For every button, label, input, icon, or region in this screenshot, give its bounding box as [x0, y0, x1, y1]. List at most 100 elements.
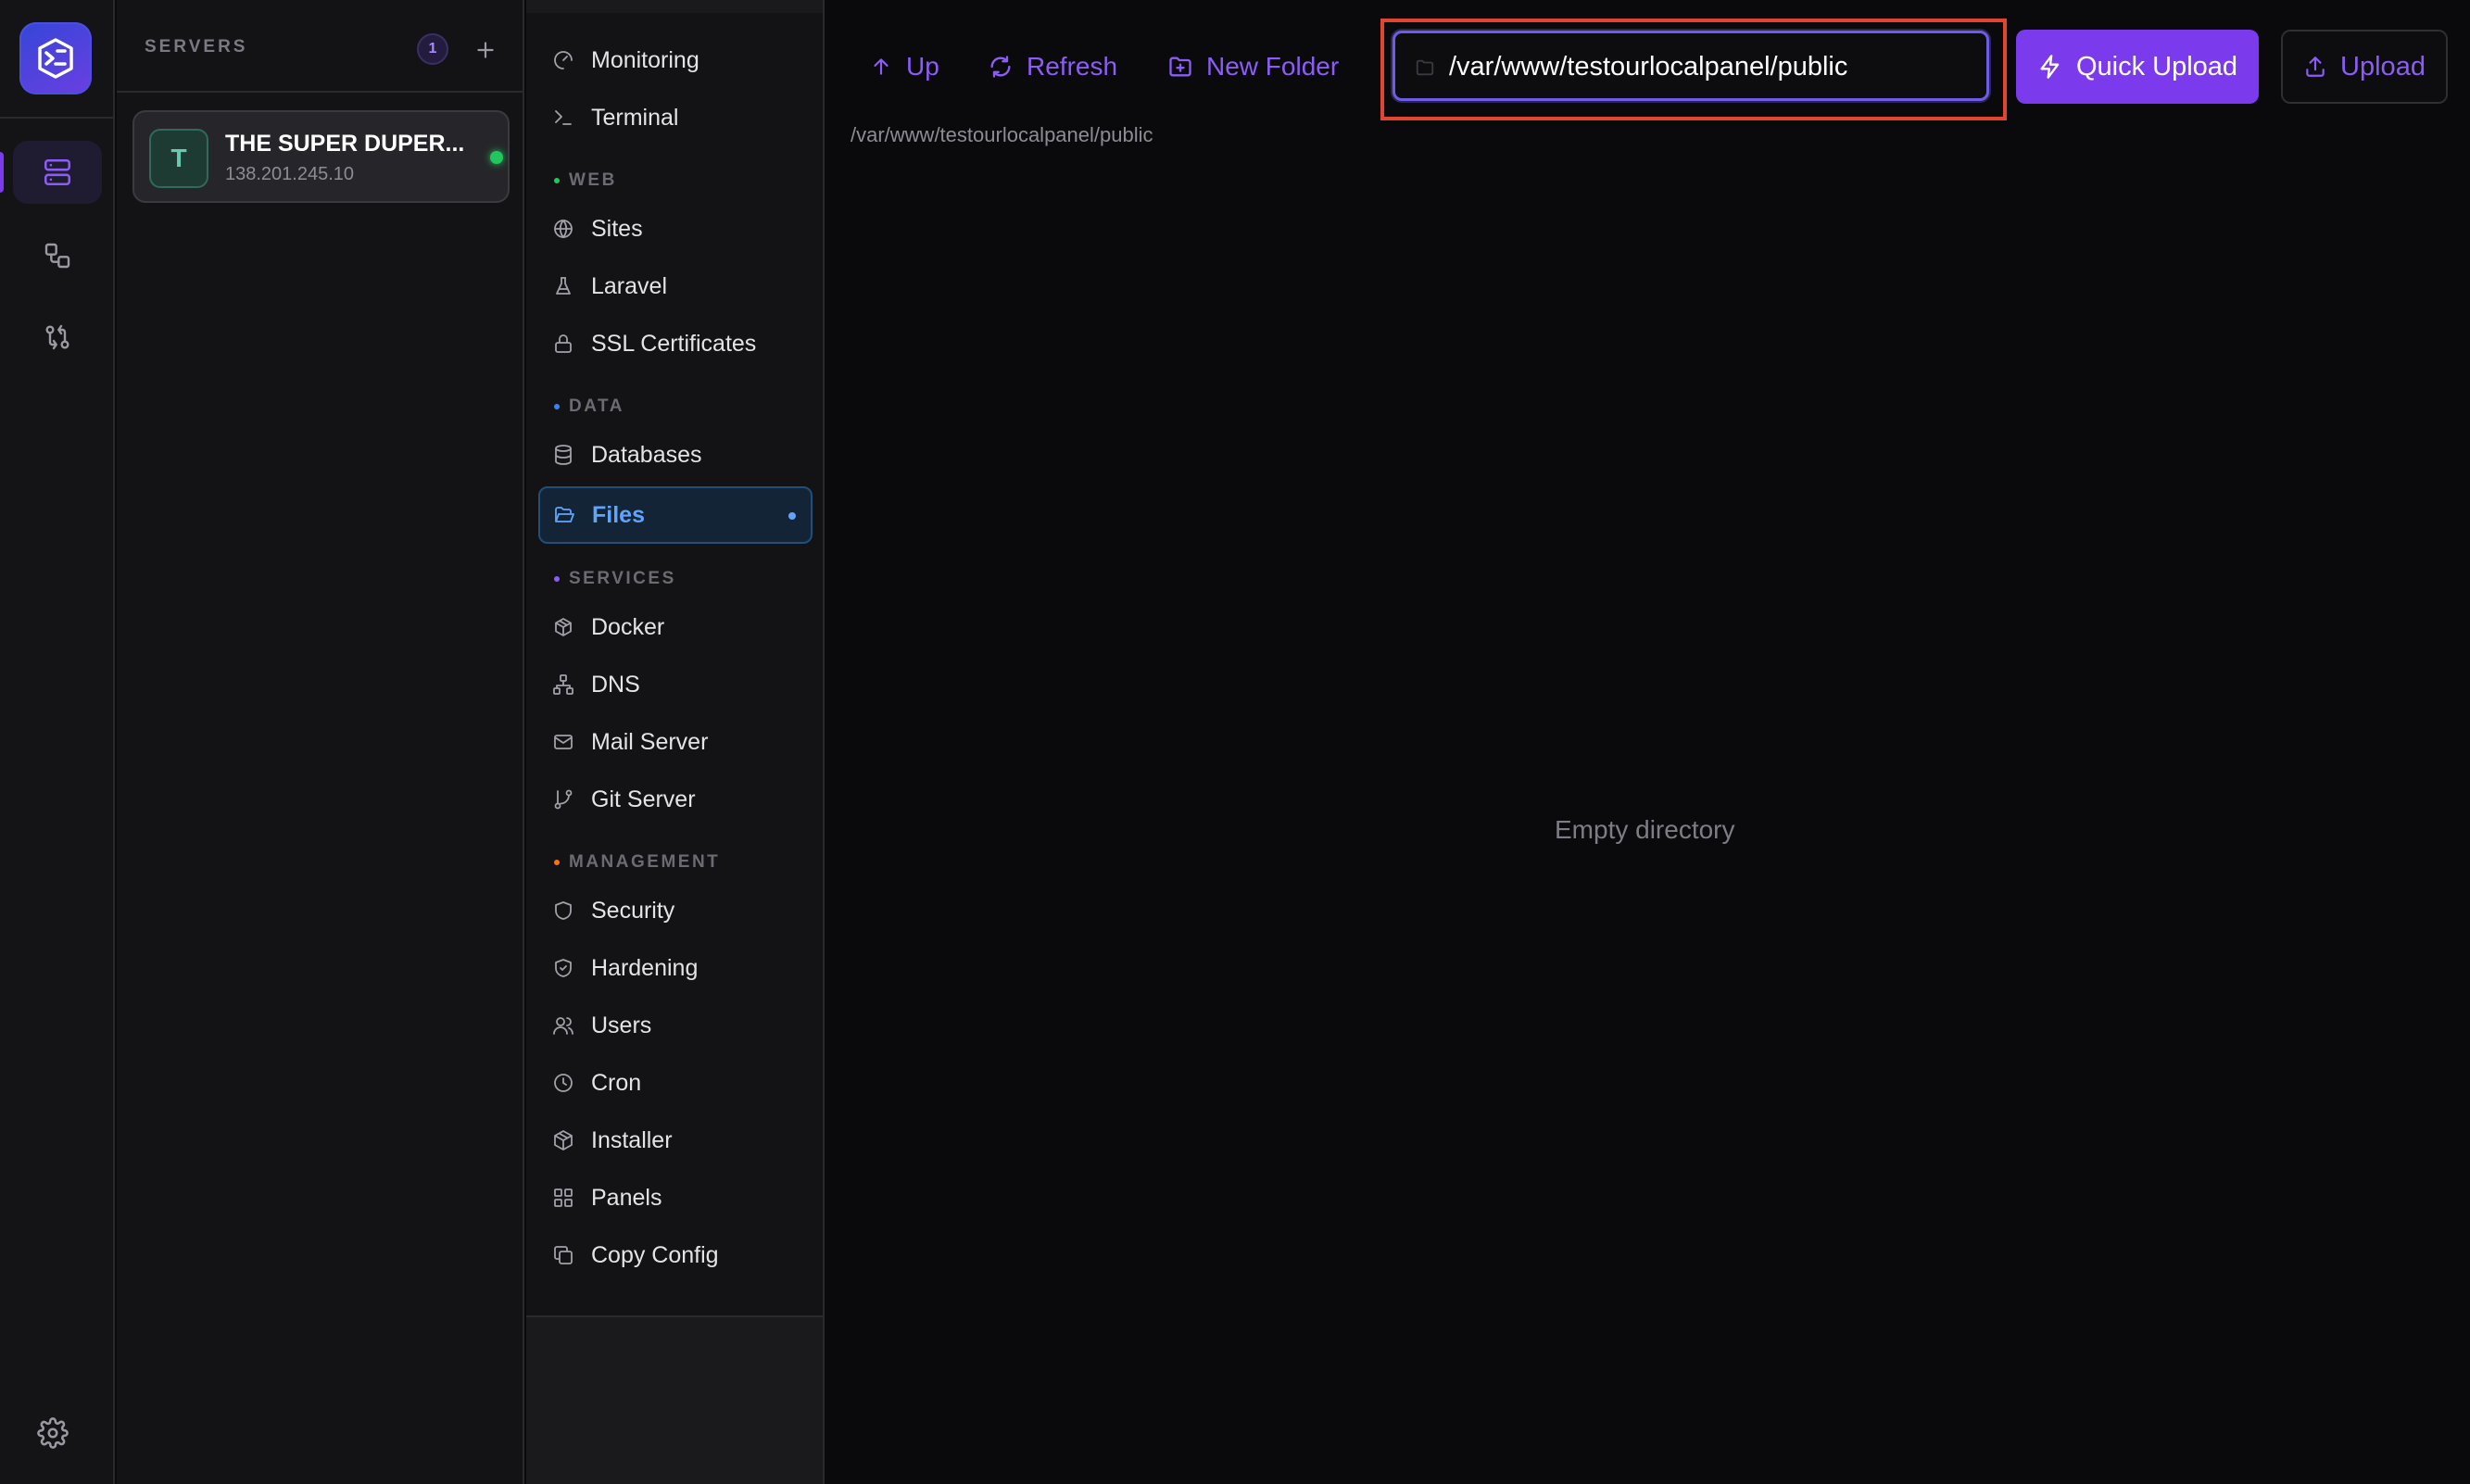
- terminal-icon: [555, 110, 572, 125]
- shield-check-icon: [555, 959, 572, 977]
- nav-item-label: Users: [591, 1012, 652, 1038]
- globe-icon: [554, 220, 573, 239]
- file-manager: [825, 0, 2470, 1484]
- server-stack-icon: [44, 158, 71, 186]
- add-server-button[interactable]: [467, 31, 504, 69]
- rail-sync-button[interactable]: [13, 306, 102, 369]
- nav-item-users[interactable]: Users: [539, 999, 812, 1052]
- section-dot: [554, 576, 560, 582]
- lock-icon: [555, 334, 572, 353]
- upload-icon: [2306, 57, 2325, 77]
- section-dot: [554, 860, 560, 865]
- database-icon: [555, 445, 572, 465]
- app-logo-icon[interactable]: [19, 22, 92, 94]
- up-button-label: Up: [906, 52, 939, 81]
- nav-item-docker[interactable]: Docker: [539, 600, 812, 654]
- folder-open-icon: [555, 507, 574, 522]
- nav-item-hardening[interactable]: Hardening: [539, 941, 812, 995]
- arrow-up-icon: [874, 58, 888, 75]
- copy-icon: [554, 1246, 573, 1264]
- nav-item-label: Sites: [591, 215, 643, 242]
- nav-item-cron[interactable]: Cron: [539, 1056, 812, 1110]
- upload-button[interactable]: Upload: [2281, 30, 2448, 104]
- servers-count-badge: 1: [417, 33, 448, 65]
- nav-item-dns[interactable]: DNS: [539, 658, 812, 711]
- section-title: WEB: [569, 170, 617, 190]
- section-dot: [554, 404, 560, 409]
- nav-section-data: DATA: [554, 396, 624, 417]
- nav-item-label: Databases: [591, 441, 702, 468]
- grid-icon: [554, 1188, 573, 1207]
- rail-servers-button[interactable]: [13, 141, 102, 204]
- rail-workflows-button[interactable]: [13, 224, 102, 287]
- servers-header: SERVERS 1: [117, 0, 524, 93]
- refresh-button[interactable]: Refresh: [988, 37, 1117, 96]
- rail-active-indicator: [0, 152, 4, 193]
- nav-item-panels[interactable]: Panels: [539, 1171, 812, 1225]
- gear-icon: [37, 1417, 69, 1449]
- upload-label: Upload: [2340, 51, 2426, 82]
- git-branch-icon: [554, 789, 573, 810]
- mail-icon: [554, 735, 573, 749]
- servers-title: SERVERS: [145, 37, 248, 57]
- quick-upload-label: Quick Upload: [2075, 51, 2238, 82]
- new-folder-button-label: New Folder: [1206, 52, 1340, 81]
- nav-item-databases[interactable]: Databases: [539, 428, 812, 482]
- gauge-icon: [554, 51, 573, 69]
- server-card[interactable]: T THE SUPER DUPER... 138.201.245.10: [132, 110, 510, 203]
- servers-panel: SERVERS 1 T THE SUPER DUPER... 138.201.2…: [117, 0, 524, 1484]
- server-status-dot: [490, 151, 503, 164]
- quick-upload-button[interactable]: Quick Upload: [2016, 30, 2259, 104]
- nav-item-label: Security: [591, 897, 675, 924]
- settings-button[interactable]: [37, 1417, 74, 1454]
- nav-item-label: Mail Server: [591, 728, 709, 755]
- nav-top-strip: [526, 0, 823, 13]
- flask-icon: [556, 277, 571, 295]
- nav-item-label: Panels: [591, 1184, 662, 1211]
- server-name: THE SUPER DUPER...: [225, 131, 464, 157]
- new-folder-button[interactable]: New Folder: [1167, 37, 1339, 96]
- nav-item-label: Terminal: [591, 104, 679, 131]
- empty-directory-message: Empty directory: [1555, 815, 1735, 844]
- section-dot: [554, 178, 560, 183]
- server-nav: Monitoring Terminal WEB Sites Laravel SS…: [526, 0, 823, 1315]
- clock-icon: [554, 1074, 573, 1092]
- nav-item-label: Monitoring: [591, 46, 699, 73]
- plus-icon: [477, 42, 494, 58]
- app-rail: [0, 0, 115, 1484]
- nav-item-git-server[interactable]: Git Server: [539, 773, 812, 826]
- users-icon: [553, 1017, 573, 1035]
- nav-item-monitoring[interactable]: Monitoring: [539, 33, 812, 87]
- git-compare-icon: [45, 324, 69, 350]
- path-input[interactable]: [1449, 46, 1968, 87]
- nav-item-installer[interactable]: Installer: [539, 1113, 812, 1167]
- nav-item-mail-server[interactable]: Mail Server: [539, 715, 812, 769]
- breadcrumb: /var/www/testourlocalpanel/public: [851, 123, 1153, 146]
- refresh-icon: [990, 56, 1011, 78]
- package-icon: [555, 618, 572, 636]
- nav-section-management: MANAGEMENT: [554, 852, 720, 873]
- nav-item-ssl-certificates[interactable]: SSL Certificates: [539, 317, 812, 371]
- nav-item-copy-config[interactable]: Copy Config: [539, 1228, 812, 1282]
- nav-item-label: Cron: [591, 1069, 642, 1096]
- up-button[interactable]: Up: [869, 37, 939, 96]
- nav-item-files[interactable]: Files: [538, 486, 813, 544]
- nav-item-laravel[interactable]: Laravel: [539, 259, 812, 313]
- server-ip: 138.201.245.10: [225, 164, 355, 184]
- shield-icon: [555, 901, 572, 920]
- nav-footer: [526, 1315, 823, 1484]
- nav-item-label: Files: [592, 501, 645, 528]
- nav-item-label: Hardening: [591, 954, 699, 981]
- network-icon: [553, 674, 573, 695]
- nav-item-label: Docker: [591, 613, 665, 640]
- nav-item-security[interactable]: Security: [539, 884, 812, 937]
- nav-item-label: Installer: [591, 1126, 673, 1153]
- nav-section-services: SERVICES: [554, 569, 676, 589]
- section-title: DATA: [569, 396, 624, 416]
- path-input-wrapper[interactable]: [1393, 31, 1989, 101]
- rail-divider: [0, 117, 115, 119]
- nav-item-terminal[interactable]: Terminal: [539, 91, 812, 145]
- boxes-icon: [554, 1130, 573, 1151]
- refresh-button-label: Refresh: [1027, 52, 1118, 81]
- nav-item-sites[interactable]: Sites: [539, 202, 812, 256]
